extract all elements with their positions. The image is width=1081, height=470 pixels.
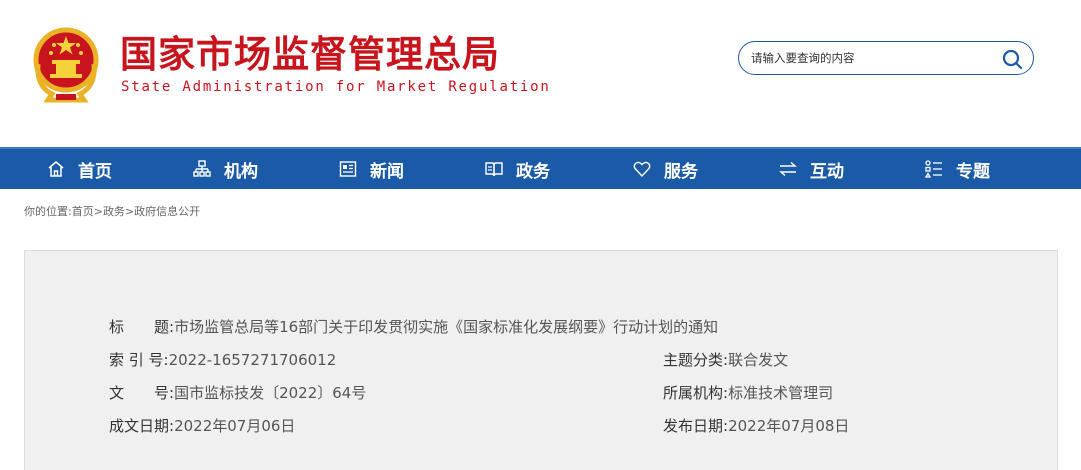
org-chart-icon [193, 160, 211, 177]
heart-icon [633, 161, 651, 178]
info-row-category: 主题分类:联合发文 [663, 350, 788, 370]
exchange-arrows-icon [779, 161, 797, 177]
nav-label-news: 新闻 [370, 161, 404, 182]
nav-item-service[interactable]: 服务 [632, 149, 698, 189]
topic-list-icon [924, 160, 942, 178]
title-value: 市场监管总局等16部门关于印发贯彻实施《国家标准化发展纲要》行动计划的通知 [174, 318, 719, 336]
written-date-value: 2022年07月06日 [174, 417, 296, 435]
nav-label-interact: 互动 [810, 161, 844, 182]
info-row-org: 所属机构:标准技术管理司 [663, 383, 833, 403]
written-date-label: 成文日期: [109, 417, 175, 435]
nav-item-gov[interactable]: 政务 [484, 149, 550, 189]
search-input[interactable] [751, 48, 991, 68]
nav-label-service: 服务 [664, 161, 698, 182]
doc-number-label: 文 号: [109, 384, 175, 402]
nav-item-topic[interactable]: 专题 [924, 149, 990, 189]
home-icon [48, 161, 64, 177]
breadcrumb-separator: > [124, 205, 135, 218]
org-value: 标准技术管理司 [728, 384, 834, 402]
breadcrumb-separator: > [93, 205, 103, 218]
category-value: 联合发文 [728, 351, 789, 369]
nav-label-org: 机构 [224, 161, 258, 182]
breadcrumb-gov-link[interactable]: 政务 [103, 205, 125, 218]
org-label: 所属机构: [663, 384, 729, 402]
breadcrumb-home-link[interactable]: 首页 [72, 205, 94, 218]
title-label: 标 题: [109, 318, 175, 336]
search-box [738, 41, 1034, 75]
nav-label-topic: 专题 [956, 161, 990, 182]
info-row-doc-number: 文 号:国市监标技发〔2022〕64号 [109, 383, 366, 403]
search-icon[interactable] [1001, 48, 1023, 70]
publish-date-label: 发布日期: [663, 417, 729, 435]
nav-item-org[interactable]: 机构 [192, 149, 258, 189]
book-icon [485, 162, 503, 177]
site-title: 国家市场监督管理总局 [120, 33, 500, 76]
document-info-panel: 标 题:市场监管总局等16部门关于印发贯彻实施《国家标准化发展纲要》行动计划的通… [24, 250, 1058, 470]
nav-item-interact[interactable]: 互动 [778, 149, 844, 189]
nav-label-gov: 政务 [516, 161, 550, 182]
newspaper-icon [339, 161, 357, 177]
info-row-index: 索 引 号:2022-1657271706012 [109, 350, 336, 370]
doc-number-value: 国市监标技发〔2022〕64号 [174, 384, 367, 402]
nav-label-home: 首页 [78, 161, 112, 182]
index-label: 索 引 号: [109, 351, 169, 369]
category-label: 主题分类: [663, 351, 729, 369]
breadcrumb: 你的位置:首页>政务>政府信息公开 [24, 203, 200, 219]
national-emblem-icon[interactable] [28, 24, 104, 104]
info-row-title: 标 题:市场监管总局等16部门关于印发贯彻实施《国家标准化发展纲要》行动计划的通… [109, 317, 718, 337]
main-nav: 首页 机构 新闻 政务 服务 互动 专题 [0, 147, 1081, 189]
info-row-publish-date: 发布日期:2022年07月08日 [663, 416, 849, 436]
nav-item-news[interactable]: 新闻 [338, 149, 404, 189]
site-header: 国家市场监督管理总局 State Administration for Mark… [0, 0, 1081, 147]
breadcrumb-info-link[interactable]: 政府信息公开 [134, 205, 200, 218]
nav-item-home[interactable]: 首页 [46, 149, 112, 189]
index-value: 2022-1657271706012 [168, 351, 337, 369]
info-row-written-date: 成文日期:2022年07月06日 [109, 416, 295, 436]
publish-date-value: 2022年07月08日 [728, 417, 850, 435]
site-subtitle: State Administration for Market Regulati… [121, 79, 551, 95]
breadcrumb-prefix: 你的位置: [24, 205, 72, 218]
